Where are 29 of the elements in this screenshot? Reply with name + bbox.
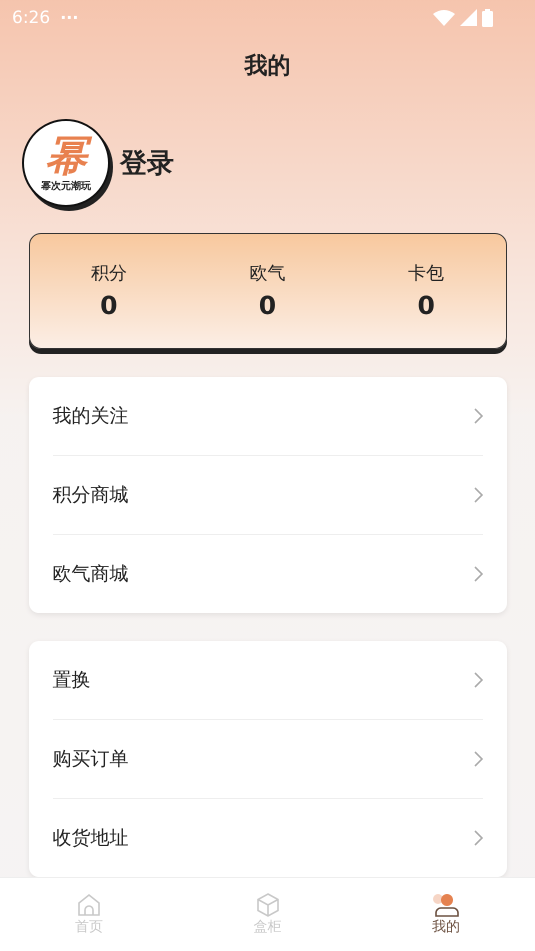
stat-label: 积分 — [90, 262, 127, 286]
status-time: 6:26 — [12, 8, 50, 28]
chevron-icon — [474, 487, 482, 503]
stat-value: 0 — [417, 291, 435, 320]
stat-value: 0 — [258, 291, 276, 320]
menu-item[interactable]: 我的关注 — [52, 377, 482, 456]
stat-label: 欧气 — [249, 262, 286, 286]
wifi-icon — [433, 10, 455, 26]
chevron-icon — [474, 672, 482, 688]
status-dots: ··· — [60, 8, 78, 28]
menu-item[interactable]: 积分商城 — [52, 456, 482, 535]
tab-item[interactable]: 我的 — [417, 878, 475, 951]
cube-icon — [256, 893, 280, 917]
battery-icon — [482, 8, 493, 27]
home-icon — [77, 893, 101, 917]
menu-item[interactable]: 收货地址 — [52, 799, 482, 877]
signal-icon — [460, 9, 477, 26]
menu-item[interactable]: 购买订单 — [52, 720, 482, 799]
page-title: 我的 — [244, 52, 290, 81]
menu-item[interactable]: 欧气商城 — [52, 535, 482, 613]
chevron-icon — [474, 408, 482, 424]
chevron-icon — [474, 566, 482, 582]
chevron-icon — [474, 830, 482, 846]
menu-item[interactable]: 置换 — [52, 641, 482, 720]
user-icon — [432, 893, 460, 917]
chevron-icon — [474, 751, 482, 767]
stat-value: 0 — [100, 291, 118, 320]
login-link[interactable]: 登录 — [120, 144, 174, 181]
stat-label: 卡包 — [408, 262, 444, 286]
